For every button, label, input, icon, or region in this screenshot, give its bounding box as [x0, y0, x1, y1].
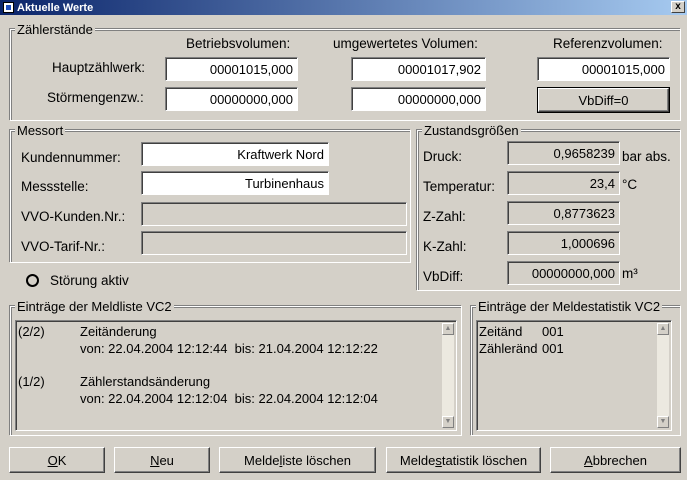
stoer-betrieb-field[interactable]: 00000000,000 [165, 87, 298, 111]
title-bar: Aktuelle Werte x [0, 0, 687, 15]
vbdiff-field: 00000000,000 [507, 261, 620, 285]
k-zahl-field: 1,000696 [507, 231, 620, 255]
druck-field: 0,9658239 [507, 141, 620, 165]
stoerung-indicator [26, 274, 39, 287]
meldestatistik-group-label: Einträge der Meldestatistik VC2 [476, 299, 663, 314]
vbdiff-unit: m³ [622, 266, 638, 281]
close-button[interactable]: x [671, 1, 685, 13]
col-referenzvolumen: Referenzvolumen: [553, 36, 663, 51]
list-item[interactable]: Zähleränd 001 [479, 341, 649, 358]
ok-button-mnemonic: O [47, 452, 58, 468]
window-title: Aktuelle Werte [17, 1, 94, 14]
stat-count: 001 [542, 341, 564, 356]
kundennummer-label: Kundennummer: [21, 150, 121, 165]
meldestatistik-list[interactable]: Zeitänd 001 Zähleränd 001 ▲ ▼ [476, 320, 672, 431]
messort-group-label: Messort [15, 123, 66, 138]
neu-button[interactable]: Neu [114, 447, 210, 473]
scroll-up-arrow-icon[interactable]: ▲ [657, 323, 669, 335]
abbrechen-button[interactable]: Abbrechen [550, 447, 681, 473]
zustandsgroessen-group-label: Zustandsgrößen [422, 123, 521, 138]
entry-title: Zählerstandsänderung [80, 374, 211, 389]
zaehlerstaende-group-label: Zählerstände [15, 22, 95, 37]
druck-unit: bar abs. [622, 149, 671, 164]
abbrechen-button-label: bbrechen [592, 452, 647, 468]
z-zahl-label: Z-Zahl: [423, 209, 466, 224]
vvo-tarif-label: VVO-Tarif-Nr.: [21, 239, 106, 254]
z-zahl-field: 0,8773623 [507, 201, 620, 225]
stoer-umgewertet-field[interactable]: 00000000,000 [351, 87, 486, 111]
vbdiff-button[interactable]: VbDiff=0 [537, 87, 670, 113]
meldestatistik-loeschen-button[interactable]: Melde s tatistik löschen [386, 447, 541, 473]
haupt-umgewertet-field[interactable]: 00001017,902 [351, 57, 486, 81]
meldeliste-loeschen-button[interactable]: Melde l iste löschen [219, 447, 376, 473]
stat-name: Zeitänd [479, 324, 523, 339]
col-umgewertet: umgewertetes Volumen: [333, 36, 478, 51]
messstelle-field[interactable]: Turbinenhaus [141, 171, 329, 195]
vvo-kunden-label: VVO-Kunden.Nr.: [21, 209, 126, 224]
ok-button-label: K [57, 452, 67, 468]
meldestatistik-button-label-pre: Melde [399, 452, 436, 468]
entry-index: (2/2) [18, 324, 45, 339]
temperatur-field: 23,4 [507, 171, 620, 195]
scroll-down-arrow-icon[interactable]: ▼ [657, 416, 669, 428]
meldeliste-button-label-pre: Melde [244, 452, 280, 468]
vvo-kunden-field [141, 202, 407, 226]
neu-button-mnemonic: N [150, 452, 160, 468]
haupt-referenz-field[interactable]: 00001015,000 [537, 57, 670, 81]
meldeliste-group-label: Einträge der Meldliste VC2 [15, 299, 174, 314]
meldestatistik-button-label: tatistik löschen [441, 452, 528, 468]
neu-button-label: eu [159, 452, 174, 468]
stoerung-aktiv-label: Störung aktiv [50, 273, 129, 288]
list-item[interactable]: (2/2) Zeitänderung von: 22.04.2004 12:12… [18, 324, 438, 358]
col-betriebsvolumen: Betriebsvolumen: [186, 36, 291, 51]
hauptzaehlwerk-label: Hauptzählwerk: [52, 60, 146, 75]
entry-detail: von: 22.04.2004 12:12:44 bis: 21.04.2004… [80, 341, 378, 356]
abbrechen-button-mnemonic: A [584, 452, 593, 468]
stoermengenzw-label: Störmengenzw.: [47, 90, 144, 105]
kundennummer-field[interactable]: Kraftwerk Nord [141, 142, 329, 166]
list-item[interactable]: (1/2) Zählerstandsänderung von: 22.04.20… [18, 374, 438, 408]
messstelle-label: Messstelle: [21, 179, 89, 194]
stat-name: Zähleränd [479, 341, 538, 356]
entry-title: Zeitänderung [80, 324, 157, 339]
stat-count: 001 [542, 324, 564, 339]
temperatur-label: Temperatur: [423, 179, 496, 194]
meldeliste-scrollbar[interactable]: ▲ ▼ [442, 323, 454, 428]
temperatur-unit: °C [622, 177, 638, 192]
meldestatistik-scrollbar[interactable]: ▲ ▼ [657, 323, 669, 428]
entry-index: (1/2) [18, 374, 45, 389]
k-zahl-label: K-Zahl: [423, 239, 467, 254]
scroll-down-arrow-icon[interactable]: ▼ [442, 416, 454, 428]
entry-detail: von: 22.04.2004 12:12:04 bis: 22.04.2004… [80, 391, 378, 406]
druck-label: Druck: [423, 149, 463, 164]
haupt-betrieb-field[interactable]: 00001015,000 [165, 57, 298, 81]
vvo-tarif-field [141, 231, 407, 255]
meldeliste-list[interactable]: (2/2) Zeitänderung von: 22.04.2004 12:12… [15, 320, 457, 431]
ok-button[interactable]: OK [9, 447, 105, 473]
app-icon [3, 2, 14, 13]
list-item[interactable]: Zeitänd 001 [479, 324, 649, 341]
vbdiff-label: VbDiff: [423, 269, 464, 284]
meldeliste-button-label: iste löschen [282, 452, 351, 468]
scroll-up-arrow-icon[interactable]: ▲ [442, 323, 454, 335]
